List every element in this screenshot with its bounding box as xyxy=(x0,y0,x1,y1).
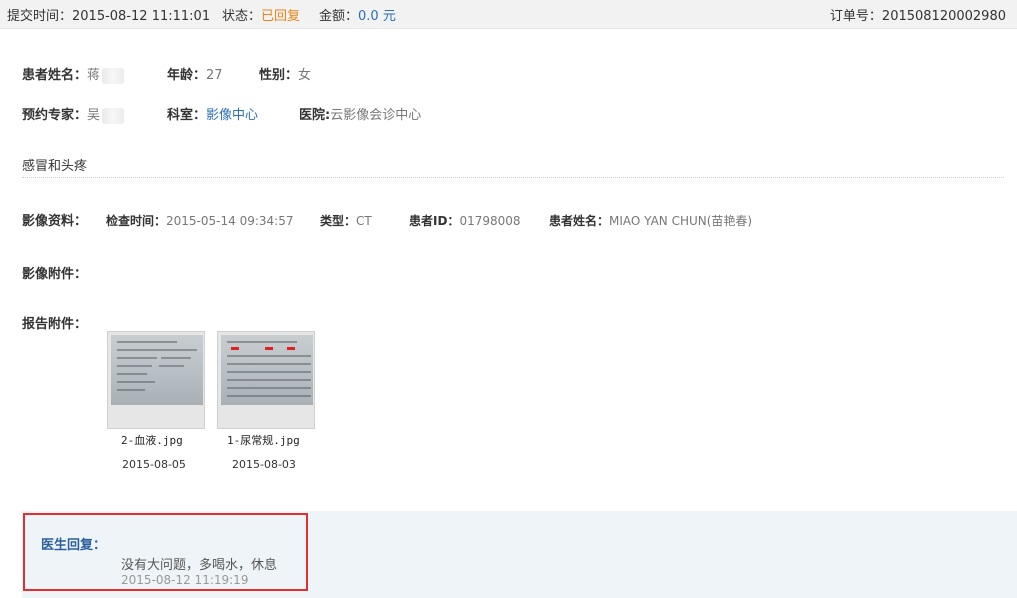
redacted-mask xyxy=(102,107,125,124)
status-label: 状态： xyxy=(222,9,262,24)
imaging-patient-name-field: 患者姓名：MIAO YAN CHUN(苗艳春) xyxy=(549,212,752,229)
patient-name-value: 蒋 xyxy=(87,68,101,83)
expert-field: 预约专家：吴 xyxy=(22,104,125,124)
hospital-value: 云影像会诊中心 xyxy=(330,108,422,123)
report-file-name[interactable]: 2-血液.jpg xyxy=(121,432,183,448)
report-attachments-label: 报告附件： xyxy=(22,317,88,332)
expert-value: 吴 xyxy=(87,108,101,123)
patient-age-field: 年龄：27 xyxy=(167,64,223,83)
patient-gender-field: 性别：女 xyxy=(259,64,311,83)
order-status: 状态：已回复 xyxy=(222,5,300,24)
report-image xyxy=(221,335,313,405)
report-file-date: 2015-08-05 xyxy=(122,458,186,471)
report-image xyxy=(111,335,203,405)
submit-time: 提交时间：2015-08-12 11:11:01 xyxy=(7,5,210,24)
report-file-name[interactable]: 1-尿常规.jpg xyxy=(227,432,300,448)
imaging-type-value: CT xyxy=(356,214,372,228)
report-thumbnail-1[interactable] xyxy=(107,331,205,429)
exam-time-value: 2015-05-14 09:34:57 xyxy=(166,214,294,228)
department-label: 科室： xyxy=(167,108,207,123)
patient-name-field: 患者姓名：蒋 xyxy=(22,64,125,84)
report-thumbnail-2[interactable] xyxy=(217,331,315,429)
patient-id-field: 患者ID：01798008 xyxy=(409,212,521,229)
patient-name-label: 患者姓名： xyxy=(22,68,88,83)
age-label: 年龄： xyxy=(167,68,207,83)
redacted-mask xyxy=(102,67,125,84)
order-number-value: 201508120002980 xyxy=(881,9,1006,24)
order-number-label: 订单号： xyxy=(829,9,882,24)
status-badge: 已回复 xyxy=(261,9,301,24)
doctor-reply-text: 没有大问题，多喝水，休息 xyxy=(121,558,278,573)
order-header-bar: 提交时间：2015-08-12 11:11:01 状态：已回复 金额：0.0 元… xyxy=(0,0,1017,29)
order-number: 订单号：201508120002980 xyxy=(830,5,1006,24)
imaging-type-field: 类型：CT xyxy=(320,212,372,229)
submit-time-value: 2015-08-12 11:11:01 xyxy=(72,9,211,24)
imaging-patient-name-label: 患者姓名： xyxy=(549,214,610,228)
department-value: 影像中心 xyxy=(206,108,259,123)
chief-complaint: 感冒和头疼 xyxy=(22,159,88,174)
doctor-reply-time: 2015-08-12 11:19:19 xyxy=(121,573,249,587)
doctor-reply-label: 医生回复： xyxy=(41,538,107,553)
imaging-label: 影像资料： xyxy=(22,214,88,229)
age-value: 27 xyxy=(206,68,223,83)
amount-value: 0.0 元 xyxy=(358,9,396,24)
exam-time-field: 检查时间：2015-05-14 09:34:57 xyxy=(106,212,293,229)
patient-id-label: 患者ID： xyxy=(409,214,460,228)
exam-time-label: 检查时间： xyxy=(106,214,167,228)
report-file-date: 2015-08-03 xyxy=(232,458,296,471)
amount-label: 金额： xyxy=(319,9,359,24)
section-divider xyxy=(22,177,1004,178)
gender-label: 性别： xyxy=(259,68,299,83)
gender-value: 女 xyxy=(298,68,312,83)
expert-label: 预约专家： xyxy=(22,108,88,123)
imaging-patient-name-value: MIAO YAN CHUN(苗艳春) xyxy=(609,214,753,228)
order-amount: 金额：0.0 元 xyxy=(319,5,396,24)
department-field: 科室：影像中心 xyxy=(167,104,258,123)
hospital-label: 医院: xyxy=(299,108,331,123)
hospital-field: 医院:云影像会诊中心 xyxy=(299,104,421,123)
submit-time-label: 提交时间： xyxy=(7,9,73,24)
imaging-type-label: 类型： xyxy=(320,214,357,228)
patient-id-value: 01798008 xyxy=(459,214,521,228)
imaging-attachments-label: 影像附件： xyxy=(22,267,88,282)
